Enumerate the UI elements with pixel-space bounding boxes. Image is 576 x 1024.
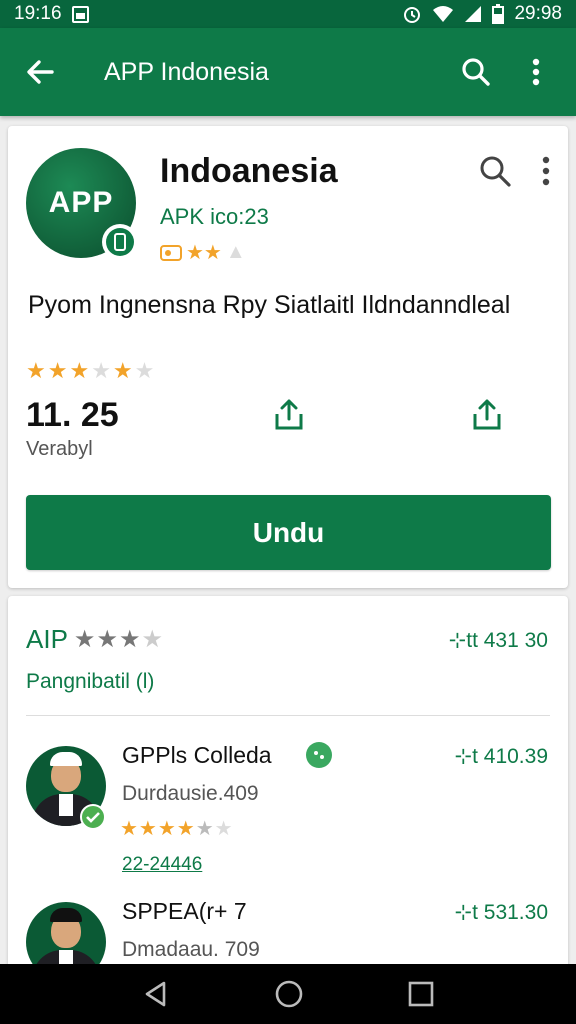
- reviews-header: AIP ★★★★: [26, 624, 164, 655]
- review-date[interactable]: 22-24446: [122, 854, 202, 876]
- app-size-label: Verabyl: [26, 438, 93, 460]
- review-meta: Dmadaau. 709: [122, 938, 260, 961]
- card-more-icon[interactable]: [542, 156, 550, 186]
- share-icon[interactable]: [272, 398, 306, 432]
- review-price: ⊹t 531.30: [454, 901, 549, 924]
- nav-back-icon[interactable]: [142, 980, 170, 1008]
- review-item[interactable]: GPPls Colleda ⊹t 410.39 Durdausie.409 ★★…: [8, 742, 568, 892]
- overflow-menu-button[interactable]: [516, 52, 556, 92]
- reviews-card: AIP ★★★★ ⊹tt 431 30 Pangnibatil (l) GPPl…: [8, 596, 568, 976]
- app-stars: ★★★★★★: [26, 358, 157, 383]
- nav-recents-icon[interactable]: [408, 981, 434, 1007]
- rating-badge-icon: [160, 244, 182, 261]
- search-button[interactable]: [456, 52, 496, 92]
- reviews-header-price: ⊹tt 431 30: [448, 629, 548, 652]
- status-bar: 19:16 29:98: [0, 0, 576, 28]
- reviewer-name: GPPls Colleda: [122, 742, 272, 768]
- more-vert-icon: [532, 58, 540, 86]
- app-bar-title: APP Indonesia: [104, 57, 269, 86]
- divider: [26, 715, 550, 716]
- review-price: ⊹t 410.39: [454, 745, 549, 768]
- app-detail-card: APP Indoanesia APK ico:23 ★★ ▲ Pyom Ingne…: [8, 126, 568, 588]
- nav-home-icon[interactable]: [274, 979, 304, 1009]
- verified-check-icon: [80, 804, 106, 830]
- search-icon: [462, 58, 490, 86]
- phone-icon: [114, 233, 126, 251]
- back-button[interactable]: [20, 52, 60, 92]
- app-rating: ★★ ▲: [160, 240, 246, 265]
- app-version: APK ico:23: [160, 204, 269, 229]
- notification-icon: [71, 5, 89, 23]
- app-badge: [102, 224, 138, 260]
- reviews-subtitle[interactable]: Pangnibatil (l): [26, 670, 154, 694]
- app-logo: APP: [26, 148, 138, 260]
- alarm-icon: [404, 7, 421, 23]
- battery-icon: [492, 4, 505, 24]
- status-clock: 29:98: [514, 3, 562, 24]
- app-bar: APP Indonesia: [0, 28, 576, 116]
- reviewer-badge-icon: [306, 742, 332, 768]
- app-logo-text: APP: [48, 186, 114, 219]
- back-arrow-icon: [27, 60, 54, 84]
- reviews-stars: ★★★★: [73, 626, 164, 653]
- system-nav-bar: [0, 964, 576, 1024]
- review-stars: ★★★★★★: [120, 818, 234, 840]
- signal-icon: [465, 6, 482, 22]
- app-description: Pyom Ingnensna Rpy Siatlaitl Ildndanndle…: [28, 291, 511, 319]
- wifi-icon: [433, 6, 454, 22]
- app-size: 11. 25: [26, 396, 119, 434]
- status-time: 19:16: [14, 3, 62, 24]
- reviews-title: AIP: [26, 624, 68, 654]
- card-search-icon[interactable]: [478, 154, 512, 188]
- review-meta: Durdausie.409: [122, 782, 259, 805]
- install-button[interactable]: Undu: [26, 495, 551, 570]
- upload-icon[interactable]: [470, 398, 504, 432]
- app-name: Indoanesia: [160, 152, 338, 190]
- reviewer-name: SPPEA(r+ 7: [122, 898, 247, 924]
